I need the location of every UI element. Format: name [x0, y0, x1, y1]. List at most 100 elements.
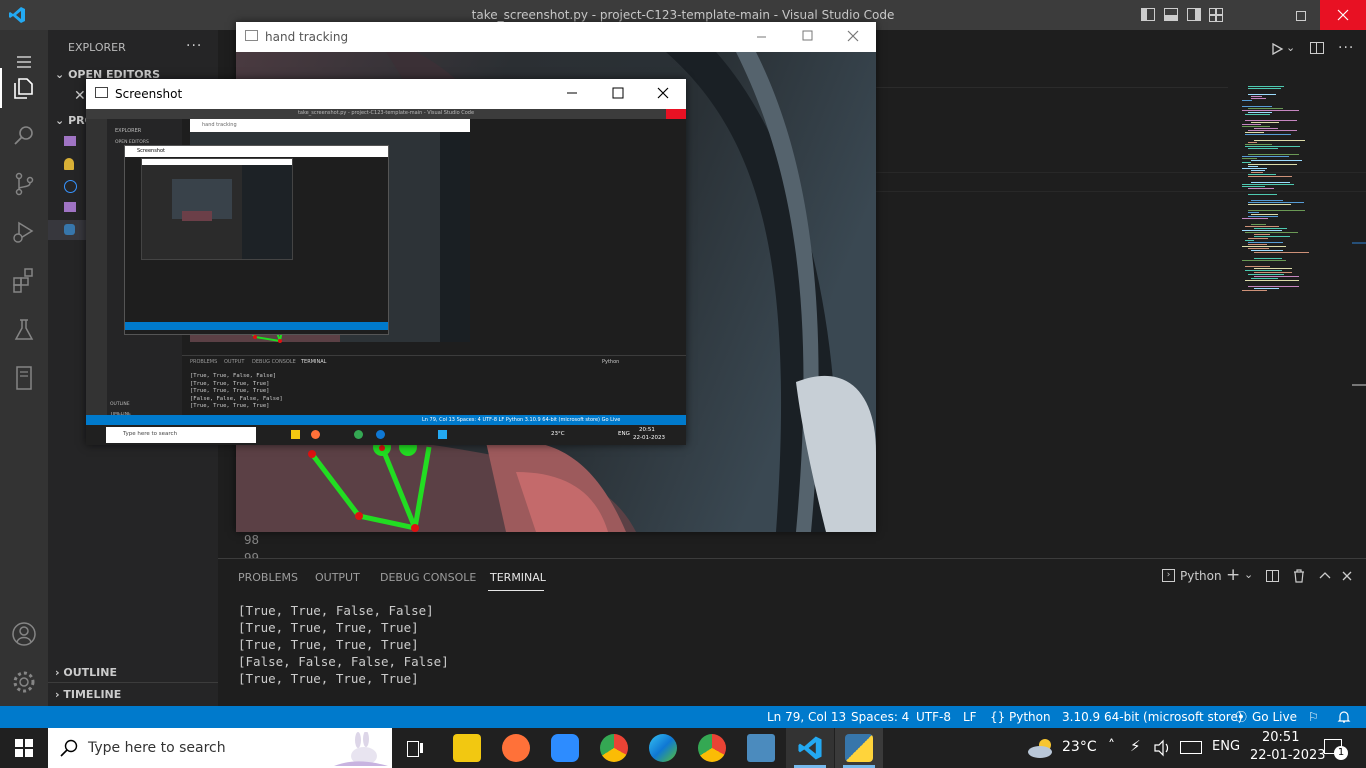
inner-titlebar: take_screenshot.py - project-C123-templa… — [86, 109, 686, 119]
more-actions-icon[interactable]: ··· — [1338, 40, 1354, 56]
minimap-code-line — [1254, 276, 1299, 277]
maximize-icon[interactable] — [594, 79, 640, 109]
inner-screenshot-titlebar: Screenshot — [125, 146, 388, 157]
search-icon[interactable] — [10, 122, 38, 150]
inner-search-text: Type here to search — [123, 431, 178, 437]
feedback-icon[interactable]: ⚐ — [1308, 706, 1319, 728]
minimap-code-line — [1254, 236, 1290, 237]
clock-time[interactable]: 20:51 — [1262, 730, 1299, 745]
file-icon[interactable] — [64, 158, 74, 170]
clock-date[interactable]: 22-01-2023 — [1250, 748, 1326, 763]
file-explorer-icon[interactable] — [453, 734, 481, 762]
image-file-icon[interactable] — [64, 202, 76, 212]
accounts-icon[interactable] — [10, 620, 38, 648]
end-of-line[interactable]: LF — [963, 706, 977, 728]
toggle-secondary-sidebar-icon[interactable] — [1187, 8, 1201, 21]
timeline-section[interactable]: › TIMELINE — [55, 688, 121, 701]
inner-tab: DEBUG CONSOLE — [252, 359, 296, 365]
volume-icon[interactable] — [1153, 739, 1171, 757]
chevron-up-icon[interactable]: ˄ — [1108, 738, 1115, 754]
explorer-icon[interactable] — [10, 74, 38, 102]
divider — [48, 682, 218, 683]
minimap-code-line — [1254, 228, 1287, 229]
info-file-icon[interactable] — [64, 180, 77, 193]
language-mode[interactable]: Python — [1009, 706, 1051, 728]
minimap-code-line — [1248, 238, 1268, 239]
remote-explorer-icon[interactable] — [10, 364, 38, 392]
more-actions-icon[interactable]: ··· — [186, 38, 202, 54]
run-python-icon[interactable] — [1270, 42, 1284, 56]
edge-icon[interactable] — [649, 734, 677, 762]
minimize-button[interactable] — [1250, 0, 1296, 30]
source-control-icon[interactable] — [10, 170, 38, 198]
minimap-code-line — [1248, 164, 1297, 165]
indentation[interactable]: Spaces: 4 — [851, 706, 909, 728]
close-panel-icon[interactable] — [1340, 569, 1354, 583]
keyboard-icon[interactable] — [1180, 741, 1202, 754]
minimap[interactable] — [1238, 86, 1366, 558]
zoom-icon[interactable] — [551, 734, 579, 762]
maximize-panel-icon[interactable] — [1318, 569, 1332, 583]
customize-layout-icon[interactable] — [1209, 8, 1223, 22]
task-view-icon[interactable] — [405, 738, 425, 758]
minimap-code-line — [1242, 100, 1252, 101]
tab-problems[interactable]: PROBLEMS — [238, 571, 298, 584]
chrome-profile-icon[interactable] — [698, 734, 726, 762]
inner-date: 22-01-2023 — [633, 435, 665, 441]
network-icon[interactable]: ⚡ — [1130, 737, 1141, 755]
minimap-code-line — [1251, 98, 1266, 99]
tab-debug-console[interactable]: DEBUG CONSOLE — [380, 571, 476, 584]
tab-terminal[interactable]: TERMINAL — [490, 571, 546, 584]
windows-start-icon[interactable] — [15, 739, 33, 757]
chevron-down-icon[interactable]: ⌄ — [1244, 568, 1253, 581]
temperature[interactable]: 23°C — [1062, 739, 1097, 755]
split-editor-icon[interactable] — [1310, 42, 1324, 54]
minimap-code-line — [1245, 232, 1298, 233]
restore-button[interactable] — [1296, 0, 1320, 30]
chevron-down-icon[interactable]: ⌄ — [1286, 41, 1295, 54]
terminal-profile[interactable]: Python — [1180, 569, 1222, 583]
minimap-code-line — [1251, 200, 1283, 201]
python-idle-icon[interactable] — [747, 734, 775, 762]
toggle-sidebar-icon[interactable] — [1141, 8, 1155, 21]
chrome-icon[interactable] — [600, 734, 628, 762]
tab-output[interactable]: OUTPUT — [315, 571, 360, 584]
extensions-icon[interactable] — [10, 266, 38, 294]
close-editor-icon[interactable]: ✕ — [74, 88, 86, 104]
minimap-code-line — [1251, 278, 1278, 279]
notifications-icon[interactable]: 1 — [1322, 738, 1348, 760]
minimap-code-line — [1242, 124, 1261, 125]
python-interpreter[interactable]: 3.10.9 64-bit (microsoft store) — [1062, 706, 1243, 728]
scrollbar-thumb[interactable] — [1352, 384, 1366, 386]
run-debug-icon[interactable] — [10, 218, 38, 246]
inner-status-text: Ln 79, Col 13 Spaces: 4 UTF-8 LF Python … — [422, 417, 621, 423]
testing-icon[interactable] — [10, 316, 38, 344]
new-terminal-icon[interactable]: + — [1226, 565, 1240, 585]
image-file-icon[interactable] — [64, 136, 76, 146]
minimize-icon[interactable] — [548, 79, 594, 109]
chevron-down-icon: ⌄ — [55, 68, 65, 81]
screenshot-window[interactable]: Screenshot take_screenshot.py - project-… — [86, 79, 686, 445]
cursor-position[interactable]: Ln 79, Col 13 — [767, 706, 846, 728]
input-language[interactable]: ENG — [1212, 739, 1240, 754]
minimap-code-line — [1248, 148, 1278, 149]
vscode-task-active[interactable] — [786, 728, 834, 768]
inner-tab: TERMINAL — [301, 359, 327, 365]
toggle-panel-icon[interactable] — [1164, 8, 1178, 21]
close-button[interactable] — [1320, 0, 1366, 30]
manage-gear-icon[interactable] — [10, 668, 38, 696]
taskbar-search-box[interactable]: Type here to search — [48, 728, 392, 768]
split-terminal-icon[interactable] — [1266, 570, 1279, 582]
inner-outline: OUTLINE — [110, 402, 130, 407]
outline-section[interactable]: › OUTLINE — [55, 666, 117, 679]
minimap-code-line — [1248, 88, 1281, 89]
python-app-task[interactable] — [835, 728, 883, 768]
inner-close — [666, 109, 686, 119]
notifications-bell-icon[interactable] — [1337, 710, 1351, 724]
encoding[interactable]: UTF-8 — [916, 706, 951, 728]
go-live-button[interactable]: Go Live — [1252, 706, 1297, 728]
close-icon[interactable] — [640, 79, 686, 109]
screenshot-titlebar[interactable]: Screenshot — [86, 79, 686, 109]
trash-icon[interactable] — [1292, 569, 1306, 583]
firefox-icon[interactable] — [502, 734, 530, 762]
